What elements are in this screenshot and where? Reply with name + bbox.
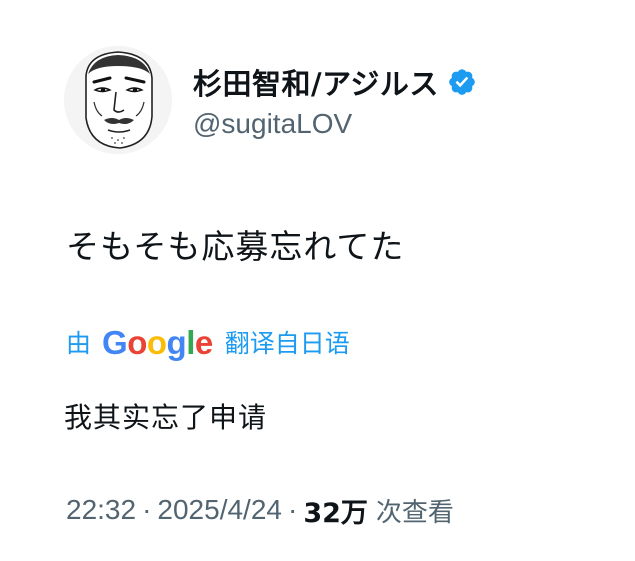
author-handle[interactable]: @sugitaLOV xyxy=(193,108,352,140)
tweet-date[interactable]: 2025/4/24 xyxy=(157,494,282,526)
avatar[interactable] xyxy=(64,46,172,154)
translated-tweet-text: 我其实忘了申请 xyxy=(64,401,268,434)
google-logo-letter: l xyxy=(186,323,195,361)
google-logo-letter: G xyxy=(102,323,128,361)
tweet-card: 杉田智和/アジルス @sugitaLOV そもそも応募忘れてた 由 Google… xyxy=(0,0,635,561)
google-logo-letter: e xyxy=(194,323,213,361)
google-logo-letter: o xyxy=(127,323,147,361)
views-count[interactable]: 32万 xyxy=(303,491,368,530)
google-logo-letter: g xyxy=(166,323,187,361)
avatar-sketch-face-icon xyxy=(64,46,172,154)
tweet-time[interactable]: 22:32 xyxy=(66,494,136,526)
tweet-text: そもそも応募忘れてた xyxy=(66,227,405,266)
views-label[interactable]: 次查看 xyxy=(376,492,454,529)
translation-source-language: 翻译自日语 xyxy=(224,329,350,358)
google-logo-icon: Google xyxy=(102,326,213,359)
google-logo-letter: o xyxy=(146,323,167,361)
verified-badge-icon[interactable] xyxy=(447,67,477,97)
author-name-row[interactable]: 杉田智和/アジルス xyxy=(193,62,477,102)
tweet-meta: 22:32 · 2025/4/24 · 32万 次查看 xyxy=(66,490,454,530)
separator-dot: · xyxy=(142,494,152,525)
translation-attribution[interactable]: 由 Google 翻译自日语 xyxy=(66,322,350,362)
translation-prefix: 由 xyxy=(66,329,92,358)
display-name[interactable]: 杉田智和/アジルス xyxy=(193,61,439,103)
separator-dot: · xyxy=(287,494,298,525)
